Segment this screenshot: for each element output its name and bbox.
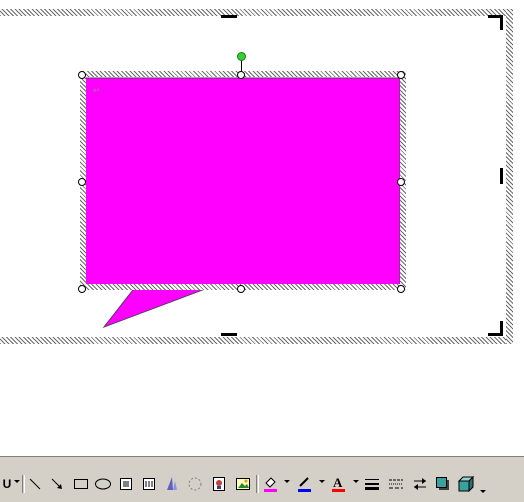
- wordart-icon: [167, 477, 177, 490]
- dash-style-icon: [389, 479, 403, 489]
- line-style-icon: [365, 479, 379, 490]
- line-color-button[interactable]: [294, 474, 314, 494]
- dash-style-button[interactable]: [386, 474, 406, 494]
- line-style-button[interactable]: [362, 474, 382, 494]
- toolbar-separator: [256, 475, 259, 493]
- clip-art-icon: [213, 477, 225, 491]
- fill-color-dropdown-icon[interactable]: [284, 480, 290, 483]
- vertical-text-box-tool-button[interactable]: [139, 474, 159, 494]
- autoshapes-label: U: [2, 477, 12, 491]
- callout-shape[interactable]: [0, 0, 524, 455]
- arrow-icon: [51, 478, 62, 489]
- text-box-tool-button[interactable]: [116, 474, 136, 494]
- arrow-tool-button[interactable]: [47, 474, 67, 494]
- oval-icon: [95, 478, 111, 490]
- resize-handle-top[interactable]: [237, 71, 245, 79]
- text-box-icon: [120, 478, 132, 490]
- picture-tool-button[interactable]: [233, 474, 253, 494]
- line-icon: [29, 478, 41, 490]
- font-color-button[interactable]: A: [328, 474, 348, 494]
- resize-handle-left[interactable]: [78, 178, 86, 186]
- pen-icon: [298, 477, 311, 492]
- rectangle-tool-button[interactable]: [71, 474, 91, 494]
- rectangle-icon: [74, 479, 88, 489]
- diagram-tool-button[interactable]: [185, 474, 205, 494]
- svg-text:A: A: [333, 475, 343, 490]
- vertical-text-box-icon: [143, 478, 155, 490]
- resize-handle-bottom[interactable]: [237, 285, 245, 293]
- 3d-icon: [457, 476, 475, 492]
- autoshapes-button[interactable]: U: [0, 474, 14, 494]
- toolbar-options-icon[interactable]: [480, 490, 486, 493]
- autoshapes-dropdown-icon[interactable]: [14, 480, 20, 483]
- wordart-tool-button[interactable]: [161, 474, 181, 494]
- rotation-handle[interactable]: [237, 52, 246, 61]
- resize-handle-top-right[interactable]: [397, 71, 405, 79]
- drawing-toolbar: U A: [0, 455, 524, 502]
- shadow-icon: [436, 477, 449, 490]
- line-color-dropdown-icon[interactable]: [319, 480, 325, 483]
- resize-handle-bottom-right[interactable]: [397, 285, 405, 293]
- font-color-dropdown-icon[interactable]: [353, 480, 359, 483]
- font-a-icon: A: [332, 475, 345, 492]
- oval-tool-button[interactable]: [93, 474, 113, 494]
- resize-handle-right[interactable]: [397, 178, 405, 186]
- picture-icon: [236, 478, 250, 490]
- 3d-style-button[interactable]: [456, 474, 476, 494]
- resize-handle-top-left[interactable]: [78, 71, 86, 79]
- resize-handle-bottom-left[interactable]: [78, 285, 86, 293]
- paragraph-mark: ↵: [93, 85, 101, 95]
- shadow-style-button[interactable]: [433, 474, 453, 494]
- diagram-icon: [188, 477, 202, 491]
- clip-art-tool-button[interactable]: [209, 474, 229, 494]
- arrow-style-button[interactable]: [410, 474, 430, 494]
- arrow-style-icon: [414, 478, 426, 490]
- line-tool-button[interactable]: [25, 474, 45, 494]
- fill-color-button[interactable]: [260, 474, 280, 494]
- fill-bucket-icon: [264, 477, 277, 492]
